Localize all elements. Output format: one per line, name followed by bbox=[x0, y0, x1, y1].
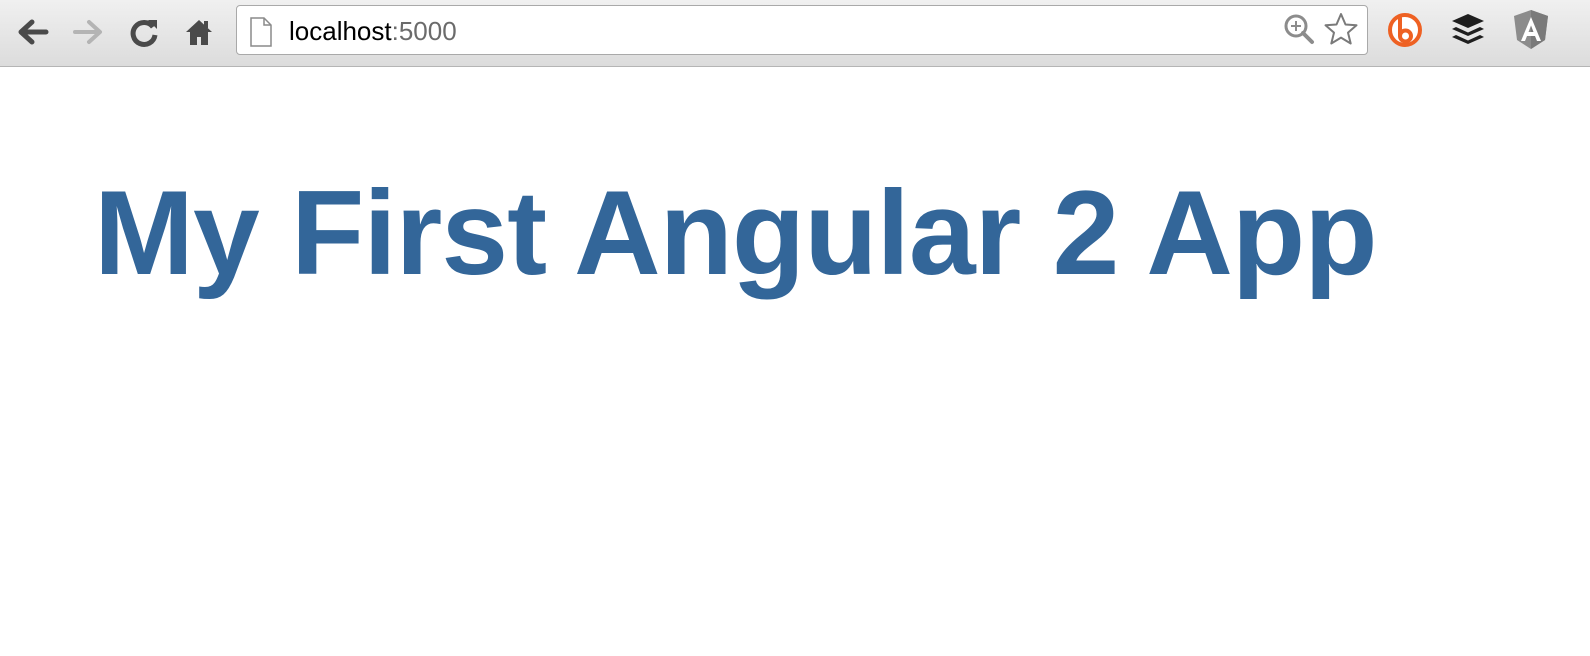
back-button[interactable] bbox=[15, 14, 51, 50]
home-button[interactable] bbox=[181, 14, 217, 50]
angular-extension-button[interactable] bbox=[1511, 9, 1551, 56]
reload-icon bbox=[128, 16, 160, 48]
angular-icon bbox=[1512, 9, 1550, 56]
address-bar[interactable]: localhost:5000 bbox=[236, 5, 1368, 55]
forward-button[interactable] bbox=[70, 14, 106, 50]
buffer-extension-button[interactable] bbox=[1448, 11, 1488, 53]
page-icon bbox=[249, 17, 273, 52]
url-text: localhost:5000 bbox=[289, 16, 457, 46]
url-host: localhost bbox=[289, 16, 392, 46]
url-port: :5000 bbox=[391, 16, 457, 46]
bitly-extension-button[interactable] bbox=[1385, 11, 1425, 53]
back-arrow-icon bbox=[16, 17, 50, 47]
zoom-button[interactable] bbox=[1283, 13, 1315, 50]
zoom-in-icon bbox=[1283, 13, 1315, 50]
star-icon bbox=[1324, 12, 1358, 51]
buffer-icon bbox=[1449, 11, 1487, 54]
bookmark-button[interactable] bbox=[1324, 12, 1358, 47]
browser-toolbar: localhost:5000 bbox=[0, 0, 1590, 67]
page-heading: My First Angular 2 App bbox=[94, 166, 1378, 300]
home-icon bbox=[184, 17, 214, 47]
reload-button[interactable] bbox=[126, 14, 162, 50]
bitly-icon bbox=[1386, 11, 1424, 54]
forward-arrow-icon bbox=[71, 17, 105, 47]
